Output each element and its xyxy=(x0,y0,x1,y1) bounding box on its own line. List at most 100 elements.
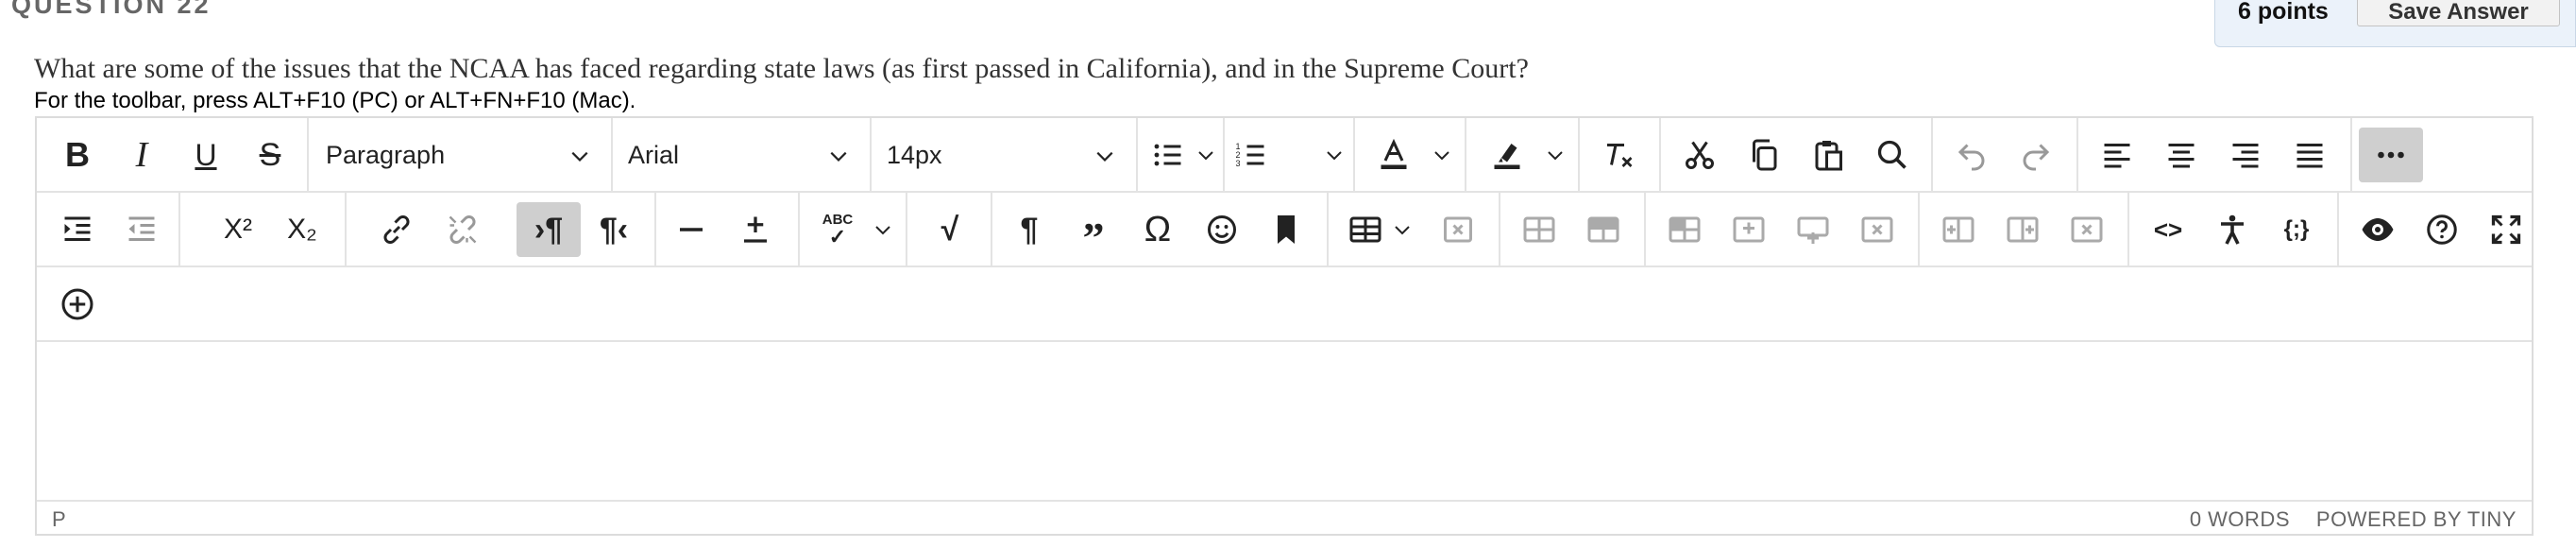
fullscreen-button[interactable] xyxy=(2479,202,2534,257)
omega-icon: Ω xyxy=(1144,209,1172,249)
font-size-select[interactable]: 14px xyxy=(872,128,1136,182)
table-options-button[interactable] xyxy=(1389,202,1415,257)
block-format-select[interactable]: Paragraph xyxy=(311,128,611,182)
toolbar-separator xyxy=(654,193,656,267)
word-count[interactable]: 0 WORDS xyxy=(2190,507,2290,532)
insert-row-after-button[interactable] xyxy=(1786,202,1840,257)
superscript-button[interactable]: X² xyxy=(211,202,265,257)
bookmark-button[interactable] xyxy=(1259,202,1313,257)
square-root-icon: √ xyxy=(941,211,959,248)
align-left-button[interactable] xyxy=(2090,128,2144,182)
table-merge-icon xyxy=(1669,216,1701,243)
align-right-button[interactable] xyxy=(2218,128,2273,182)
toolbar-separator xyxy=(2076,118,2078,193)
more-options-button[interactable] xyxy=(2359,128,2423,182)
blockquote-button[interactable]: ” xyxy=(1066,202,1121,260)
editor-content-area[interactable] xyxy=(37,342,2532,505)
undo-button[interactable] xyxy=(1944,128,1999,182)
chevron-down-icon xyxy=(1434,151,1449,161)
insert-table-button[interactable] xyxy=(1340,202,1391,257)
question-number: QUESTION 22 xyxy=(11,0,212,19)
insert-equation-button[interactable]: √ xyxy=(923,202,977,257)
undo-icon xyxy=(1957,144,1985,171)
emoticons-button[interactable] xyxy=(1195,202,1249,257)
copy-button[interactable] xyxy=(1737,128,1791,182)
text-color-options-button[interactable] xyxy=(1429,128,1455,182)
toolbar-separator xyxy=(1327,193,1329,267)
chevron-down-icon xyxy=(1096,151,1113,162)
toolbar-separator xyxy=(178,193,180,267)
save-answer-button[interactable]: Save Answer xyxy=(2357,0,2560,26)
spellcheck-options-button[interactable] xyxy=(870,202,896,257)
bullet-list-icon xyxy=(1154,144,1181,166)
toolbar-separator xyxy=(1931,118,1933,193)
align-center-button[interactable] xyxy=(2154,128,2209,182)
horizontal-line-button[interactable] xyxy=(664,202,719,257)
redo-icon xyxy=(2023,144,2050,171)
strikethrough-button[interactable]: S xyxy=(243,128,297,182)
show-blocks-button[interactable]: ¶ xyxy=(1002,202,1057,257)
toolbar-row-2: X² X₂ ›¶ ¶‹ ABC ✓ √ ¶ ” Ω <> {;} xyxy=(37,193,2532,267)
insert-col-after-button[interactable] xyxy=(1995,202,2050,257)
special-character-button[interactable]: Ω xyxy=(1130,202,1185,257)
template-braces-icon: {;} xyxy=(2283,216,2310,242)
accessibility-checker-button[interactable] xyxy=(2205,202,2260,257)
merge-cells-button[interactable] xyxy=(1657,202,1712,257)
preview-button[interactable] xyxy=(2350,202,2405,257)
insert-anchor-button[interactable] xyxy=(728,202,783,257)
text-color-button[interactable] xyxy=(1366,128,1421,182)
cut-button[interactable] xyxy=(1672,128,1727,182)
paste-button[interactable] xyxy=(1801,128,1856,182)
remove-link-button[interactable] xyxy=(435,202,490,257)
source-code-button[interactable]: <> xyxy=(2141,202,2195,257)
superscript-icon: X² xyxy=(224,214,252,245)
underline-button[interactable]: U xyxy=(178,128,233,182)
toolbar-separator xyxy=(345,193,347,267)
help-button[interactable] xyxy=(2415,202,2469,257)
numbered-list-options-button[interactable] xyxy=(1321,128,1347,182)
plus-minus-icon xyxy=(744,216,767,243)
bold-button[interactable]: B xyxy=(50,128,105,182)
highlight-options-button[interactable] xyxy=(1542,128,1568,182)
bullet-list-button[interactable] xyxy=(1144,128,1193,182)
rtl-direction-button[interactable]: ¶‹ xyxy=(586,202,641,257)
numbered-list-button[interactable]: 123 xyxy=(1227,128,1276,182)
clear-formatting-button[interactable] xyxy=(1591,128,1646,182)
delete-row-button[interactable] xyxy=(1850,202,1905,257)
find-replace-button[interactable] xyxy=(1865,128,1920,182)
chevron-down-icon xyxy=(571,151,588,162)
table-cell-props-button[interactable] xyxy=(1576,202,1631,257)
link-icon xyxy=(383,214,410,245)
search-icon xyxy=(1877,140,1907,169)
add-content-button[interactable] xyxy=(50,277,105,332)
delete-col-button[interactable] xyxy=(2059,202,2114,257)
copy-icon xyxy=(1753,139,1777,171)
bullet-list-options-button[interactable] xyxy=(1193,128,1219,182)
font-family-select[interactable]: Arial xyxy=(613,128,870,182)
indent-button[interactable] xyxy=(50,202,105,257)
redo-button[interactable] xyxy=(2008,128,2063,182)
powered-by-link[interactable]: POWERED BY TINY xyxy=(2316,507,2517,532)
justify-button[interactable] xyxy=(2282,128,2337,182)
toolbar-separator xyxy=(1353,118,1355,193)
table-cell-icon xyxy=(1587,216,1619,243)
outdent-button[interactable] xyxy=(114,202,169,257)
highlight-color-button[interactable] xyxy=(1480,128,1534,182)
subscript-button[interactable]: X₂ xyxy=(275,202,330,257)
more-dots-icon xyxy=(2378,151,2404,159)
spellcheck-button[interactable]: ABC ✓ xyxy=(811,202,864,257)
insert-link-button[interactable] xyxy=(369,202,424,257)
code-icon: <> xyxy=(2153,214,2183,244)
ltr-direction-button[interactable]: ›¶ xyxy=(517,202,581,257)
toolbar-separator xyxy=(1918,193,1920,267)
table-row-props-button[interactable] xyxy=(1512,202,1567,257)
insert-row-before-button[interactable] xyxy=(1721,202,1776,257)
italic-button[interactable]: I xyxy=(114,128,169,182)
delete-table-button[interactable] xyxy=(1431,202,1485,257)
spellcheck-icon: ABC ✓ xyxy=(822,211,854,248)
insert-template-button[interactable]: {;} xyxy=(2269,202,2324,257)
ltr-icon: ›¶ xyxy=(534,211,564,248)
toolbar-hint: For the toolbar, press ALT+F10 (PC) or A… xyxy=(34,88,636,113)
element-path[interactable]: P xyxy=(52,507,66,532)
insert-col-before-button[interactable] xyxy=(1931,202,1986,257)
